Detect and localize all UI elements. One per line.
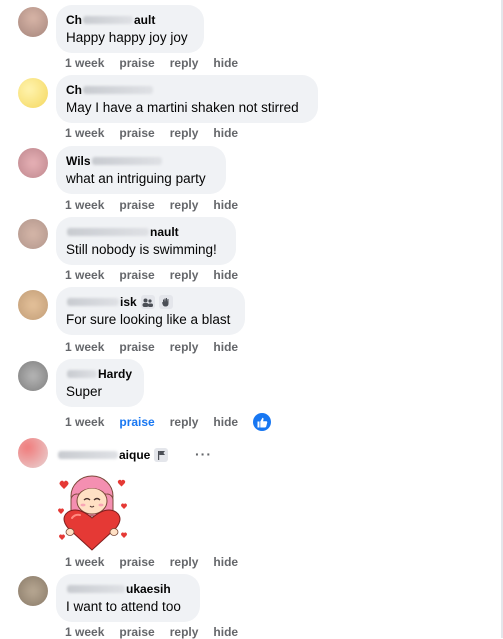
commenter-name[interactable]: isk	[66, 295, 233, 309]
more-options-button[interactable]: ···	[195, 446, 212, 462]
commenter-name[interactable]: ukaesih	[66, 582, 188, 596]
hide-button[interactable]: hide	[213, 555, 238, 569]
comment-text: May I have a martini shaken not stirred	[66, 100, 299, 115]
comment-actions: 1 week praise reply hide	[65, 340, 253, 354]
commenter-name[interactable]: Ch ault	[66, 13, 192, 27]
comment-bubble: Ch ault Happy happy joy joy	[56, 5, 204, 53]
name-redacted	[83, 16, 133, 24]
name-redacted	[67, 370, 97, 378]
avatar[interactable]	[18, 78, 48, 108]
comment-bubble: Ch May I have a martini shaken not stirr…	[56, 75, 318, 123]
avatar[interactable]	[18, 7, 48, 37]
avatar[interactable]	[18, 148, 48, 178]
praise-button[interactable]: praise	[119, 625, 154, 639]
timestamp: 1 week	[65, 268, 105, 282]
comment-actions: 1 week praise reply hide	[65, 555, 253, 569]
hide-button[interactable]: hide	[213, 625, 238, 639]
heart-girl-sticker	[56, 472, 128, 552]
name-redacted	[67, 228, 149, 236]
comment-text: Super	[66, 384, 103, 399]
name-visible-part: Hardy	[97, 367, 132, 381]
name-visible-part: Wils	[66, 154, 91, 168]
reply-button[interactable]: reply	[170, 126, 199, 140]
name-redacted	[67, 585, 125, 593]
praise-button[interactable]: praise	[119, 268, 154, 282]
commenter-name[interactable]: aique	[57, 448, 169, 462]
hide-button[interactable]: hide	[213, 198, 238, 212]
hide-button[interactable]: hide	[213, 268, 238, 282]
timestamp: 1 week	[65, 198, 105, 212]
comment-bubble: ukaesih I want to attend too	[56, 574, 200, 622]
praise-button[interactable]: praise	[119, 198, 154, 212]
reply-button[interactable]: reply	[170, 625, 199, 639]
hand-icon[interactable]	[158, 295, 173, 309]
avatar[interactable]	[18, 290, 48, 320]
praise-button[interactable]: praise	[119, 56, 154, 70]
name-redacted	[58, 451, 118, 459]
commenter-name[interactable]: Wils	[66, 154, 214, 168]
reply-button[interactable]: reply	[170, 340, 199, 354]
comment-bubble: nault Still nobody is swimming!	[56, 217, 236, 265]
name-visible-part: aique	[119, 448, 151, 462]
comment-actions: 1 week praise reply hide	[65, 625, 253, 639]
comment-actions: 1 week praise reply hide	[65, 126, 253, 140]
avatar[interactable]	[18, 361, 48, 391]
timestamp: 1 week	[65, 415, 105, 429]
name-redacted	[67, 298, 119, 306]
hide-button[interactable]: hide	[213, 126, 238, 140]
reply-button[interactable]: reply	[170, 415, 199, 429]
reply-button[interactable]: reply	[170, 56, 199, 70]
reply-button[interactable]: reply	[170, 268, 199, 282]
comment-bubble: Hardy Super	[56, 359, 144, 407]
comment-text: Happy happy joy joy	[66, 30, 188, 45]
reply-button[interactable]: reply	[170, 555, 199, 569]
commenter-name[interactable]: Ch	[66, 83, 306, 97]
praise-button[interactable]: praise	[119, 415, 154, 429]
like-icon[interactable]	[253, 413, 272, 431]
comment-actions: 1 week praise reply hide	[65, 268, 253, 282]
reply-button[interactable]: reply	[170, 198, 199, 212]
comment-text: I want to attend too	[66, 599, 181, 614]
timestamp: 1 week	[65, 126, 105, 140]
avatar[interactable]	[18, 576, 48, 606]
praise-button[interactable]: praise	[119, 555, 154, 569]
name-redacted	[83, 86, 153, 94]
comment-text: For sure looking like a blast	[66, 312, 231, 327]
commenter-name[interactable]: nault	[66, 225, 224, 239]
timestamp: 1 week	[65, 340, 105, 354]
hide-button[interactable]: hide	[213, 340, 238, 354]
name-visible-part: Ch	[66, 13, 82, 27]
avatar[interactable]	[18, 219, 48, 249]
people-icon[interactable]	[140, 295, 155, 309]
comment-actions: 1 week praise reply hide	[65, 56, 253, 70]
avatar[interactable]	[18, 438, 48, 468]
hide-button[interactable]: hide	[213, 56, 238, 70]
name-visible-part: Ch	[66, 83, 82, 97]
name-redacted	[91, 157, 162, 165]
comment-text: what an intriguing party	[66, 171, 206, 186]
name-visible-part: ault	[134, 13, 156, 27]
praise-button[interactable]: praise	[119, 126, 154, 140]
comment-text: Still nobody is swimming!	[66, 242, 217, 257]
name-visible-part: ukaesih	[126, 582, 171, 596]
flag-icon[interactable]	[154, 448, 169, 462]
commenter-name[interactable]: Hardy	[66, 367, 132, 381]
timestamp: 1 week	[65, 56, 105, 70]
comment-bubble: Wils what an intriguing party	[56, 146, 226, 194]
praise-button[interactable]: praise	[119, 340, 154, 354]
timestamp: 1 week	[65, 555, 105, 569]
timestamp: 1 week	[65, 625, 105, 639]
name-visible-part: isk	[120, 295, 137, 309]
name-visible-part: nault	[150, 225, 179, 239]
hide-button[interactable]: hide	[213, 415, 238, 429]
comment-actions: 1 week praise reply hide	[65, 198, 253, 212]
comment-actions: 1 week praise reply hide	[65, 413, 286, 431]
comment-bubble: isk For sure looking like a blast	[56, 287, 245, 335]
